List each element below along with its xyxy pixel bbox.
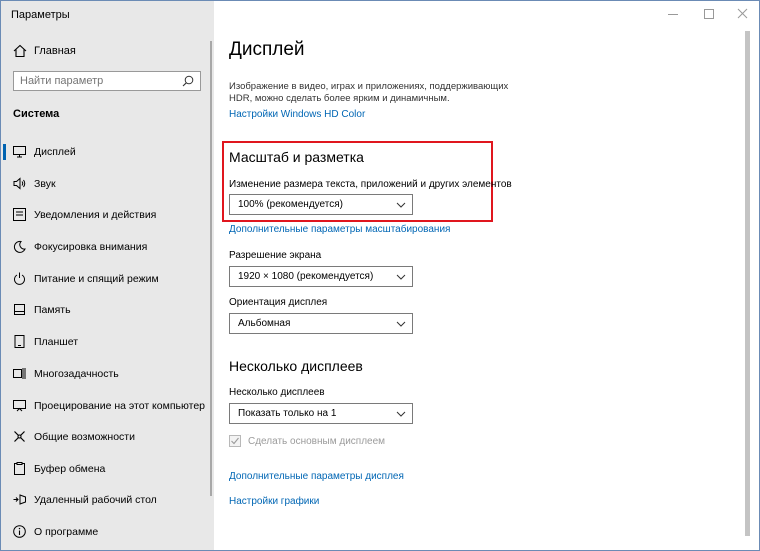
remote-desktop-icon bbox=[13, 494, 26, 505]
search-icon[interactable] bbox=[182, 75, 194, 87]
search-box[interactable] bbox=[13, 71, 201, 91]
home-label: Главная bbox=[34, 45, 76, 57]
chevron-down-icon bbox=[396, 202, 406, 208]
sidebar-item-storage[interactable]: Память bbox=[1, 298, 211, 322]
sidebar-item-label: Фокусировка внимания bbox=[34, 241, 148, 253]
sidebar-item-label: Уведомления и действия bbox=[34, 209, 157, 221]
advanced-display-link[interactable]: Дополнительные параметры дисплея bbox=[229, 471, 404, 482]
sidebar-item-shared[interactable]: Общие возможности bbox=[1, 425, 211, 449]
monitor-icon bbox=[13, 146, 26, 158]
multi-display-section-title: Несколько дисплеев bbox=[229, 358, 363, 374]
resolution-label: Разрешение экрана bbox=[229, 250, 322, 261]
multitask-icon bbox=[13, 368, 26, 379]
power-icon bbox=[14, 272, 25, 285]
page-title: Дисплей bbox=[229, 39, 305, 60]
sidebar-item-label: О программе bbox=[34, 526, 99, 538]
scale-label: Изменение размера текста, приложений и д… bbox=[229, 179, 512, 190]
sidebar-scrollbar[interactable] bbox=[210, 41, 212, 496]
sidebar-item-power[interactable]: Питание и спящий режим bbox=[1, 267, 211, 291]
sidebar-item-label: Память bbox=[34, 304, 71, 316]
sidebar: Параметры Главная Система Дисплей bbox=[1, 1, 214, 550]
clipboard-icon bbox=[14, 462, 25, 475]
sidebar-item-tablet[interactable]: Планшет bbox=[1, 330, 211, 354]
main-scrollbar[interactable] bbox=[745, 31, 750, 536]
settings-window: Параметры Главная Система Дисплей bbox=[0, 0, 760, 551]
hd-color-link[interactable]: Настройки Windows HD Color bbox=[229, 109, 365, 120]
sidebar-item-display[interactable]: Дисплей bbox=[1, 140, 211, 164]
advanced-scaling-link[interactable]: Дополнительные параметры масштабирования bbox=[229, 224, 450, 235]
scale-section-title: Масштаб и разметка bbox=[229, 149, 364, 165]
multi-display-label: Несколько дисплеев bbox=[229, 387, 325, 398]
sidebar-item-sound[interactable]: Звук bbox=[1, 172, 211, 196]
home-button[interactable]: Главная bbox=[1, 41, 214, 63]
sidebar-item-label: Многозадачность bbox=[34, 368, 119, 380]
graphics-settings-link[interactable]: Настройки графики bbox=[229, 496, 319, 507]
orientation-dropdown[interactable]: Альбомная bbox=[229, 313, 413, 334]
chevron-down-icon bbox=[396, 411, 406, 417]
storage-icon bbox=[14, 304, 25, 315]
sidebar-item-label: Буфер обмена bbox=[34, 463, 106, 475]
sidebar-item-focus[interactable]: Фокусировка внимания bbox=[1, 235, 211, 259]
sidebar-item-label: Дисплей bbox=[34, 146, 76, 158]
sidebar-item-label: Удаленный рабочий стол bbox=[34, 494, 157, 506]
sidebar-item-label: Звук bbox=[34, 178, 56, 190]
resolution-dropdown-value: 1920 × 1080 (рекомендуется) bbox=[238, 271, 374, 282]
scale-dropdown-value: 100% (рекомендуется) bbox=[238, 199, 343, 210]
multi-display-dropdown-value: Показать только на 1 bbox=[238, 408, 337, 419]
sidebar-item-label: Планшет bbox=[34, 336, 79, 348]
main-display-checkbox[interactable] bbox=[229, 435, 241, 447]
notification-icon bbox=[13, 208, 26, 221]
sidebar-item-remote-desktop[interactable]: Удаленный рабочий стол bbox=[1, 488, 211, 512]
resolution-dropdown[interactable]: 1920 × 1080 (рекомендуется) bbox=[229, 266, 413, 287]
orientation-dropdown-value: Альбомная bbox=[238, 318, 291, 329]
tablet-icon bbox=[14, 335, 25, 348]
projector-icon bbox=[13, 400, 26, 412]
orientation-label: Ориентация дисплея bbox=[229, 297, 328, 308]
chevron-down-icon bbox=[396, 274, 406, 280]
chevron-down-icon bbox=[396, 321, 406, 327]
main-display-checkbox-label: Сделать основным дисплеем bbox=[248, 436, 386, 447]
sidebar-item-label: Питание и спящий режим bbox=[34, 273, 159, 285]
speaker-icon bbox=[13, 177, 26, 190]
checkmark-icon bbox=[231, 437, 239, 445]
sidebar-item-label: Проецирование на этот компьютер bbox=[34, 400, 205, 412]
multi-display-dropdown[interactable]: Показать только на 1 bbox=[229, 403, 413, 424]
sidebar-item-label: Общие возможности bbox=[34, 431, 135, 443]
shared-icon bbox=[14, 431, 25, 442]
hdr-description: Изображение в видео, играх и приложениях… bbox=[229, 81, 509, 104]
sidebar-item-about[interactable]: О программе bbox=[1, 520, 211, 544]
home-icon bbox=[13, 44, 27, 58]
sidebar-item-projecting[interactable]: Проецирование на этот компьютер bbox=[1, 394, 211, 418]
search-input[interactable] bbox=[20, 74, 180, 88]
window-title: Параметры bbox=[11, 9, 70, 21]
moon-icon bbox=[13, 240, 26, 253]
info-icon bbox=[13, 525, 26, 538]
sidebar-section-title: Система bbox=[13, 108, 60, 120]
main-content: Дисплей Изображение в видео, играх и при… bbox=[214, 1, 759, 550]
scale-dropdown[interactable]: 100% (рекомендуется) bbox=[229, 194, 413, 215]
sidebar-item-multitasking[interactable]: Многозадачность bbox=[1, 362, 211, 386]
sidebar-item-clipboard[interactable]: Буфер обмена bbox=[1, 457, 211, 481]
sidebar-item-notifications[interactable]: Уведомления и действия bbox=[1, 203, 211, 227]
